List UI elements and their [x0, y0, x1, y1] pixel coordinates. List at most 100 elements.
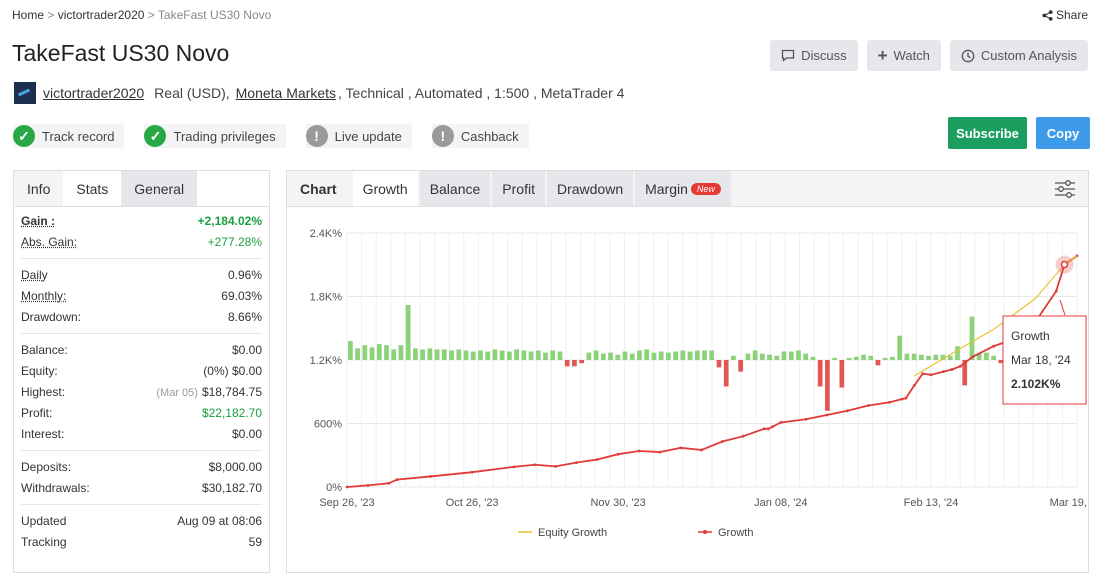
bar-positive: [666, 352, 671, 360]
bar-positive: [969, 316, 975, 360]
bar-negative: [579, 360, 585, 364]
bar-positive: [362, 345, 368, 360]
badge-track-record[interactable]: ✓ Track record: [13, 124, 125, 148]
breadcrumb-home[interactable]: Home: [12, 8, 44, 22]
growth-point: [958, 364, 962, 368]
badge-trading-privileges[interactable]: ✓ Trading privileges: [144, 124, 286, 148]
tab-drawdown[interactable]: Drawdown: [546, 171, 634, 206]
tab-margin[interactable]: Margin New: [635, 171, 731, 206]
discuss-button[interactable]: Discuss: [770, 40, 858, 71]
tab-info[interactable]: Info: [14, 171, 64, 206]
bar-positive: [767, 354, 772, 360]
bar-positive: [731, 355, 736, 360]
bar-positive: [427, 348, 433, 360]
chart-settings-icon[interactable]: [1054, 179, 1076, 199]
bar-positive: [882, 357, 888, 360]
bar-positive: [499, 350, 505, 360]
stat-label: Tracking: [21, 534, 67, 549]
custom-analysis-button[interactable]: Custom Analysis: [949, 40, 1088, 71]
stat-label: Interest:: [21, 426, 65, 441]
account-meta: victortrader2020 Real (USD), Moneta Mark…: [14, 82, 624, 104]
growth-point: [887, 400, 891, 404]
share-button[interactable]: Share: [1042, 8, 1088, 22]
bar-negative: [738, 360, 744, 372]
badge-label: Live update: [334, 128, 402, 144]
stat-label: Balance:: [21, 342, 68, 357]
copy-button[interactable]: Copy: [1036, 117, 1090, 149]
bar-negative: [564, 360, 570, 367]
bar-negative: [716, 360, 722, 368]
x-tick-label: Nov 30, '23: [590, 497, 645, 509]
bar-positive: [955, 346, 960, 360]
growth-point: [971, 355, 975, 359]
bar-positive: [832, 357, 837, 360]
stat-drawdown: Drawdown: 8.66%: [21, 306, 262, 327]
bar-positive: [413, 348, 418, 360]
growth-point: [395, 478, 399, 481]
badge-cashback[interactable]: ! Cashback: [431, 124, 529, 148]
stats-panel: Info Stats General Gain : +2,184.02% Abs.…: [13, 170, 270, 573]
bar-positive: [528, 351, 534, 360]
bar-positive: [456, 349, 462, 360]
stat-value: 69.03%: [221, 288, 262, 303]
bar-positive: [861, 354, 866, 360]
badge-label: Track record: [42, 128, 115, 144]
bar-positive: [918, 354, 924, 360]
bar-positive: [622, 351, 628, 360]
x-tick-label: Jan 08, '24: [754, 497, 807, 509]
growth-point: [658, 450, 662, 454]
broker-link[interactable]: Moneta Markets: [236, 85, 336, 101]
subscribe-button[interactable]: Subscribe: [948, 117, 1027, 149]
bar-positive: [449, 350, 454, 360]
bar-positive: [680, 350, 686, 360]
chat-icon: [781, 49, 795, 62]
bar-positive: [441, 349, 447, 360]
tooltip-date: Mar 18, '24: [1011, 353, 1071, 367]
bar-positive: [658, 351, 664, 360]
stat-daily: Daily 0.96%: [21, 264, 262, 285]
growth-point: [762, 427, 766, 431]
account-details: , Technical , Automated , 1:500 , MetaTr…: [338, 85, 625, 101]
bar-positive: [774, 355, 780, 360]
growth-point: [575, 461, 578, 465]
user-link[interactable]: victortrader2020: [43, 85, 144, 101]
stat-value: $22,182.70: [201, 405, 262, 420]
bar-positive: [709, 350, 715, 360]
growth-point: [867, 404, 870, 407]
avatar[interactable]: [14, 82, 36, 104]
stat-value: $0.00: [231, 363, 262, 378]
bar-positive: [478, 350, 483, 360]
bar-positive: [608, 352, 613, 360]
watch-button[interactable]: + Watch: [866, 40, 941, 71]
bar-positive: [507, 351, 512, 360]
stat-value: +2,184.02%: [197, 213, 262, 228]
growth-chart[interactable]: 2.4K% 1.8K% 1.2K% 600% 0% Sep 26, '23 Oct 26,…: [287, 207, 1088, 572]
check-icon: ✓: [144, 125, 167, 147]
stat-profit: Profit: $22,182.70: [21, 402, 262, 423]
stat-label: Updated: [21, 513, 67, 528]
bar-positive: [846, 357, 852, 360]
growth-point: [637, 449, 641, 453]
stat-label: Profit:: [21, 405, 53, 420]
growth-point: [804, 417, 808, 421]
tab-general[interactable]: General: [121, 171, 198, 206]
stat-value: 8.66%: [227, 309, 262, 324]
bar-positive: [702, 350, 707, 360]
badge-label: Trading privileges: [173, 128, 276, 144]
badge-live-update[interactable]: ! Live update: [305, 124, 412, 148]
tab-growth[interactable]: Growth: [352, 171, 418, 206]
breadcrumb-user[interactable]: victortrader2020: [58, 8, 145, 22]
bar-positive: [810, 356, 816, 360]
tab-stats[interactable]: Stats: [63, 171, 122, 206]
chart-tooltip: Growth Mar 18, '24 2.102K%: [1002, 299, 1087, 405]
tab-profit[interactable]: Profit: [492, 171, 545, 206]
bar-positive: [651, 352, 657, 360]
bar-positive: [557, 351, 563, 360]
stat-highest: Highest: (Mar 05) $18,784.75: [21, 381, 262, 402]
y-tick-label: 600%: [314, 419, 342, 431]
bar-positive: [803, 353, 809, 360]
growth-point: [512, 465, 516, 469]
tab-balance[interactable]: Balance: [419, 171, 491, 206]
stat-label: Drawdown:: [21, 309, 82, 324]
y-tick-label: 1.8K%: [310, 292, 343, 304]
